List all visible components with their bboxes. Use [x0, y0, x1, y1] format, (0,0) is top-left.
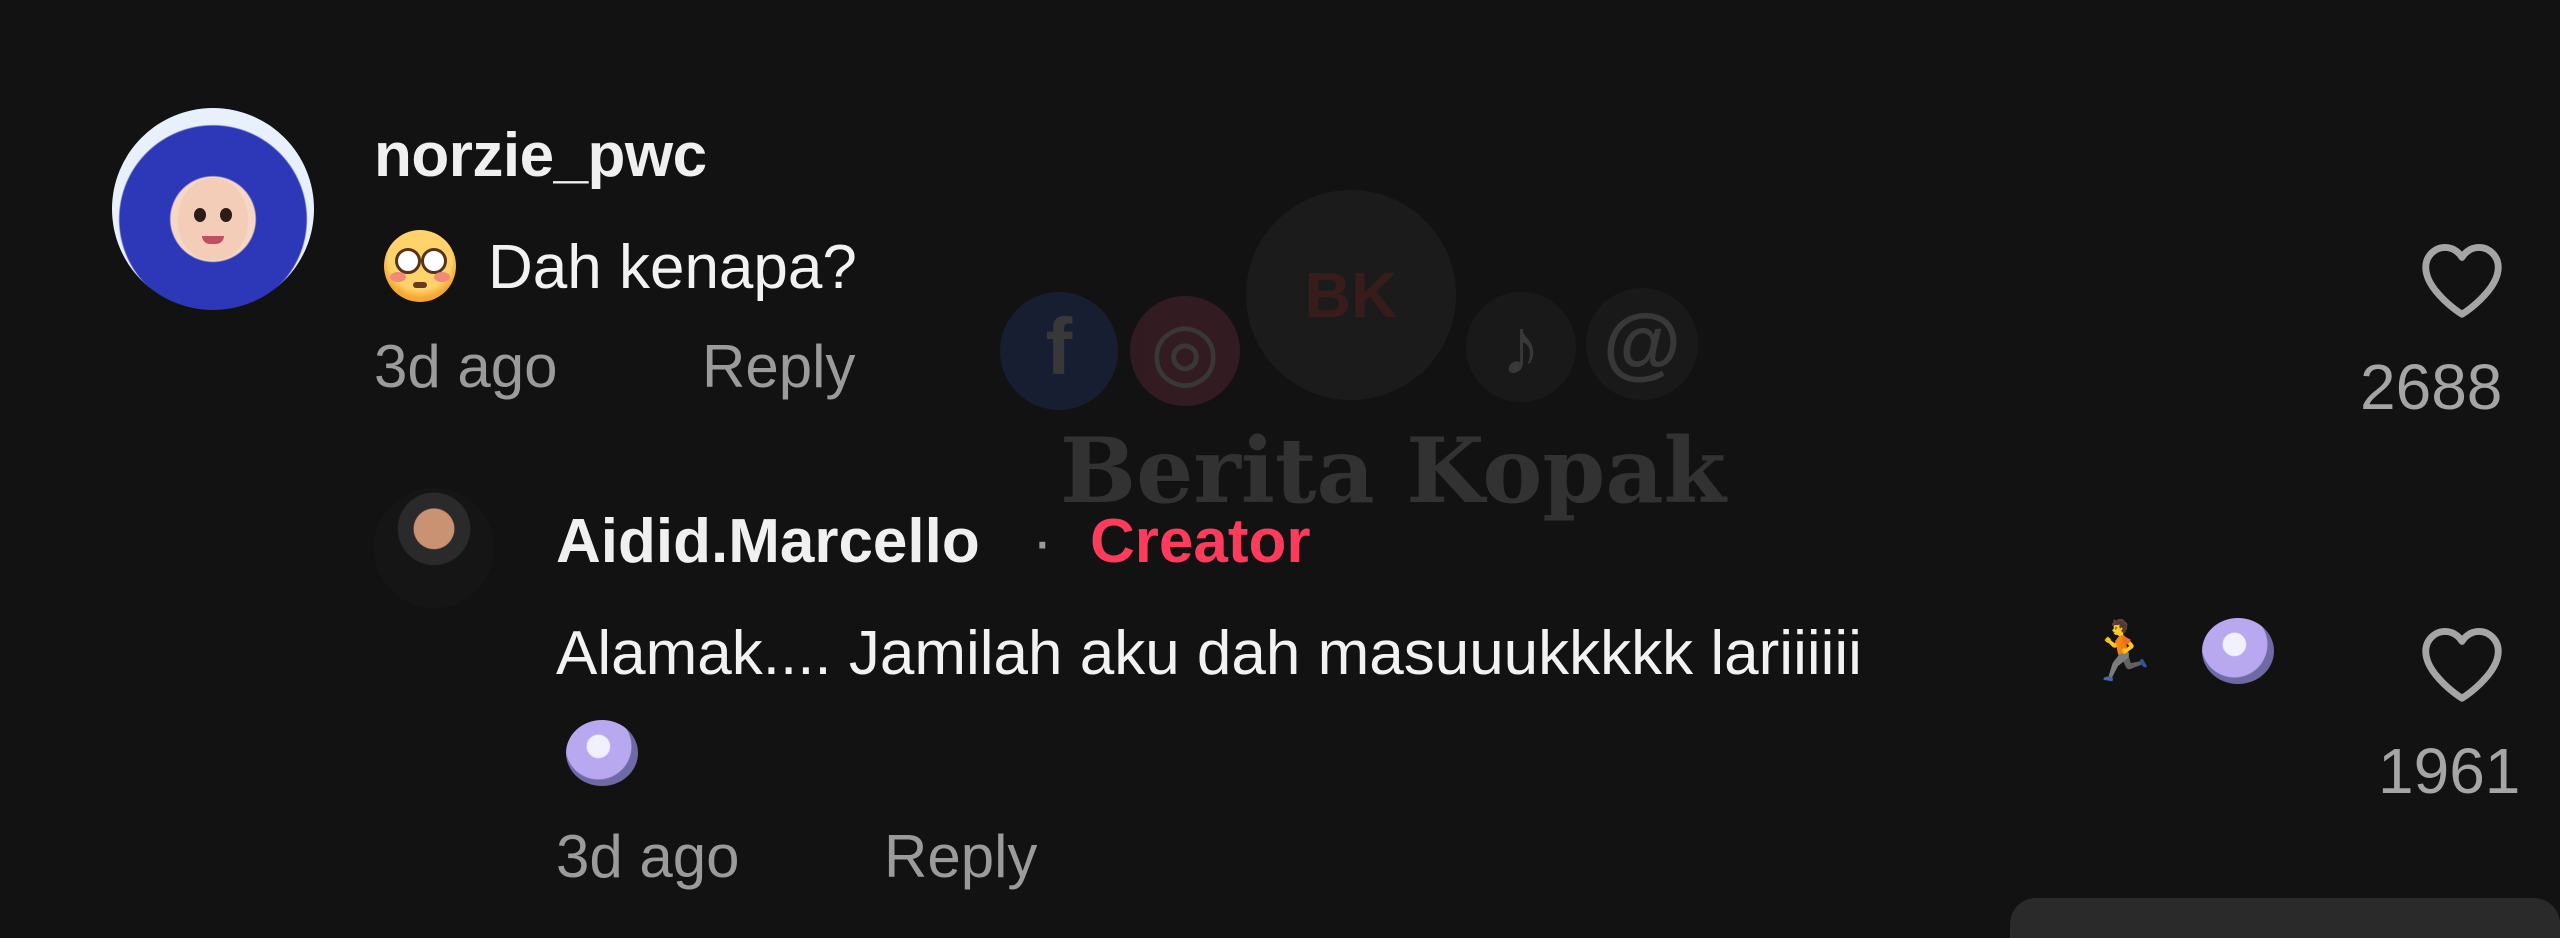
reply-button[interactable]: Reply	[702, 332, 855, 401]
reply-text: Alamak.... Jamilah aku dah masuuukkkkk l…	[556, 619, 1862, 688]
reply-time: 3d ago	[556, 823, 740, 890]
reply-username[interactable]: Aidid.Marcello	[556, 506, 980, 577]
comment-text: Dah kenapa?	[488, 233, 857, 302]
reply-button[interactable]: Reply	[884, 822, 1037, 891]
creator-badge: Creator	[1090, 507, 1311, 576]
flushed-face-emoji	[384, 230, 456, 302]
threads-icon: @	[1586, 288, 1698, 400]
like-count: 2688	[2360, 351, 2503, 423]
heart-icon[interactable]	[2416, 236, 2508, 320]
instagram-icon: ◎	[1130, 296, 1240, 406]
facebook-icon: f	[1000, 292, 1118, 410]
dashing-away-emoji	[2202, 618, 2274, 684]
avatar[interactable]	[374, 488, 494, 608]
comment-time: 3d ago	[374, 333, 558, 400]
person-running-emoji: 🏃	[2086, 619, 2159, 684]
avatar[interactable]	[112, 108, 314, 310]
like-count: 1961	[2378, 735, 2521, 807]
more-replies-pill[interactable]	[2010, 898, 2560, 938]
separator: ·	[1032, 507, 1053, 576]
avatar-face-icon	[178, 178, 248, 260]
dashing-away-emoji	[566, 720, 638, 786]
watermark-logo: BK	[1246, 190, 1456, 400]
comment-username[interactable]: norzie_pwc	[374, 120, 707, 191]
heart-icon[interactable]	[2416, 620, 2508, 704]
tiktok-icon: ♪	[1466, 292, 1576, 402]
